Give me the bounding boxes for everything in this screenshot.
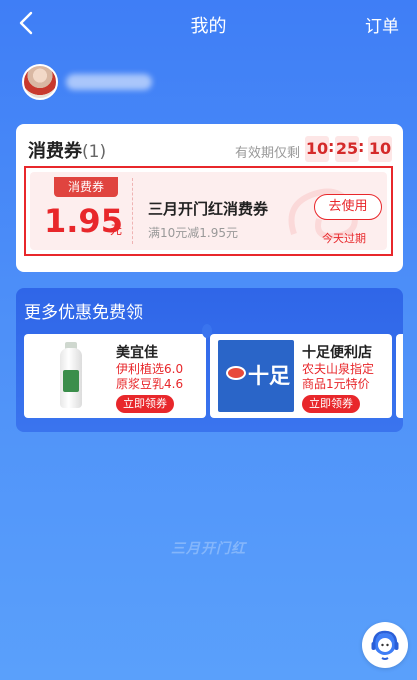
coupon-count: (1) [82,142,107,162]
coupon-ticket[interactable]: 消费券 1.95 元 三月开门红消费券 满10元减1.95元 去使用 今天过期 [24,166,393,256]
shiz-store-logo-image: 十足 [218,340,294,412]
coupon-amount-unit: 元 [110,223,123,237]
offer-description: 农夫山泉指定 商品1元特价 [302,362,388,392]
coupon-expire-note: 今天过期 [322,232,366,245]
offer-card-partial[interactable] [396,334,403,418]
more-offers-title: 更多优惠免费领 [24,303,143,323]
offer-description: 伊利植选6.0 原浆豆乳4.6 [116,362,202,392]
user-profile [22,64,222,104]
offer-desc-line: 商品1元特价 [302,377,370,391]
brand-footer: 三月开门红 [171,541,246,557]
offer-desc-line: 伊利植选6.0 [116,362,184,376]
timer-hours: 10 [305,136,329,162]
more-offers-panel: 更多优惠免费领 美宜佳 伊利植选6.0 原浆豆乳4.6 立即领券 十足 十足便利… [16,288,403,432]
page-title: 我的 [190,16,227,37]
bottle-label [63,370,79,392]
timer-separator: : [358,137,365,156]
offer-shop-name: 十足便利店 [302,345,372,361]
timer-minutes: 25 [335,136,359,162]
use-coupon-button[interactable]: 去使用 [314,194,382,220]
coupon-rule: 满10元减1.95元 [148,226,238,240]
timer-separator: : [328,137,335,156]
avatar[interactable] [22,64,58,100]
customer-service-icon [371,630,399,660]
timer-seconds: 10 [368,136,392,162]
validity-label: 有效期仅剩 [235,146,301,161]
offer-desc-line: 原浆豆乳4.6 [116,377,184,391]
coupon-title-text: 消费券 [28,141,82,162]
offer-desc-line: 农夫山泉指定 [302,362,375,376]
customer-service-button[interactable] [362,622,408,668]
claim-coupon-button[interactable]: 立即领券 [116,395,174,413]
offer-card-meiyijia[interactable]: 美宜佳 伊利植选6.0 原浆豆乳4.6 立即领券 [24,334,206,418]
coupon-tag: 消费券 [54,177,118,197]
offer-card-shizu[interactable]: 十足 十足便利店 农夫山泉指定 商品1元特价 立即领券 [210,334,392,418]
orders-link[interactable]: 订单 [365,12,399,37]
shiz-logo-mark [226,366,246,380]
ticket-divider [132,178,133,244]
claim-coupon-button[interactable]: 立即领券 [302,395,360,413]
username-obscured [66,74,152,90]
top-navigation-bar: 我的 订单 [0,0,417,46]
soy-milk-bottle-image [32,340,108,412]
coupon-name: 三月开门红消费券 [148,200,269,218]
coupon-ticket-body: 消费券 1.95 元 三月开门红消费券 满10元减1.95元 去使用 今天过期 [30,172,387,250]
coupon-card: 消费券(1) 有效期仅剩 10 : 25 : 消费券 1.95 元 三月开门红消… [16,124,403,272]
shiz-logo-text: 十足 [248,364,290,388]
coupon-section-title: 消费券(1) [28,137,106,163]
offer-shop-name: 美宜佳 [116,345,158,361]
